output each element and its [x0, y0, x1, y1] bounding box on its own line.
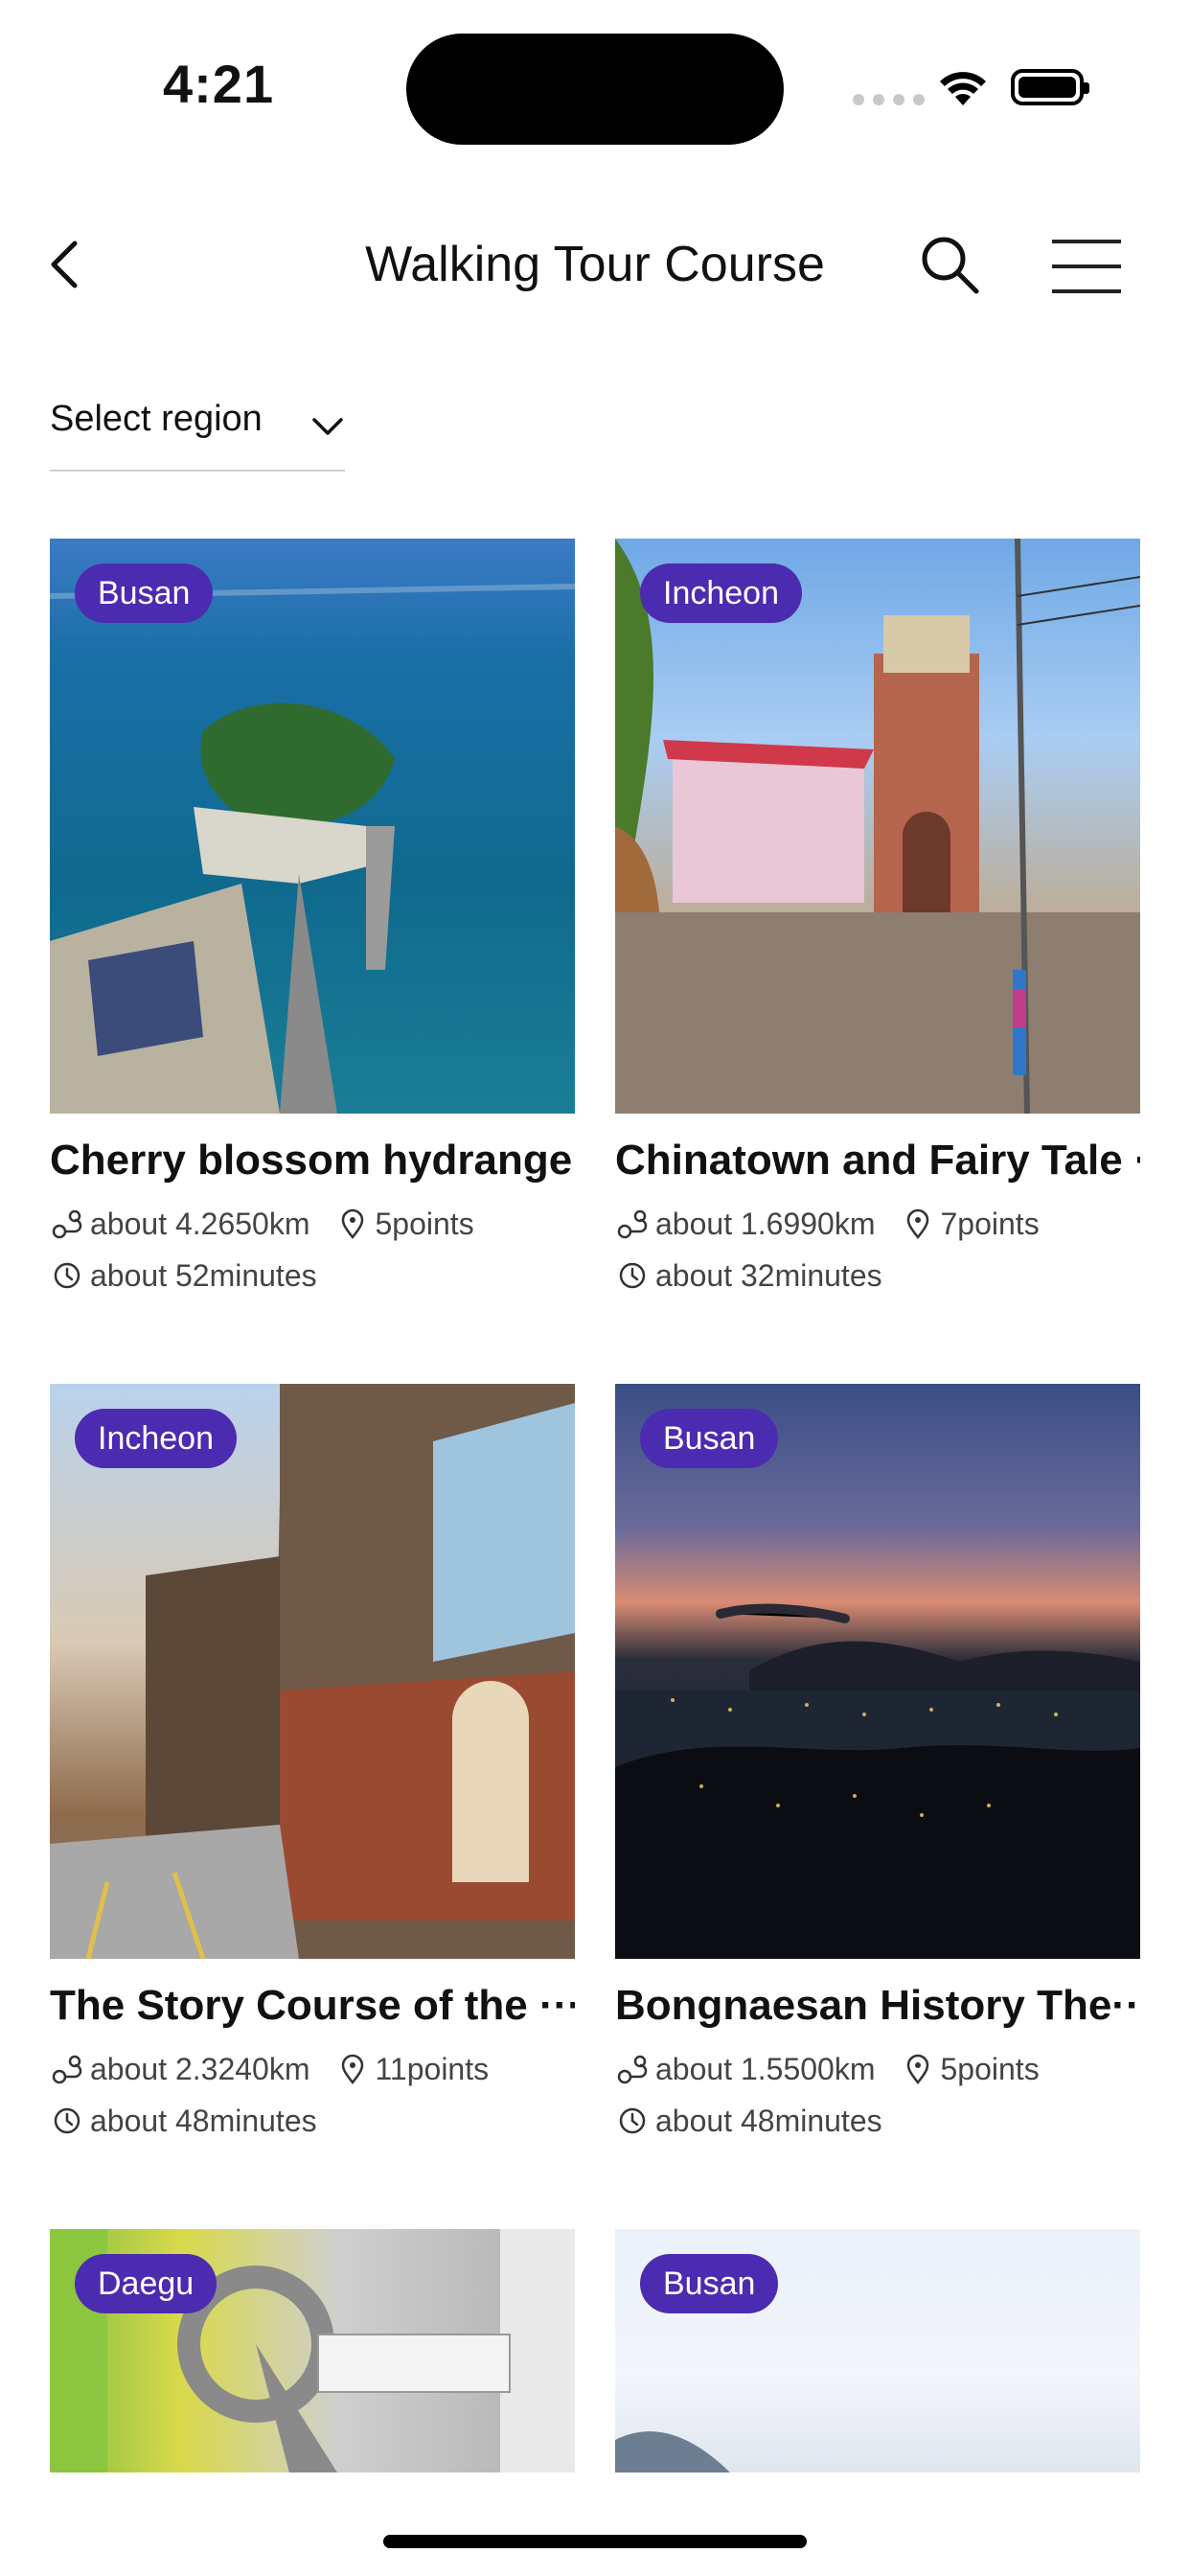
dynamic-island	[406, 34, 784, 145]
region-badge: Daegu	[75, 2254, 217, 2313]
region-badge: Incheon	[640, 564, 802, 623]
clock-icon	[54, 2107, 80, 2134]
course-duration: about 48minutes	[90, 2104, 317, 2138]
clock-icon	[54, 1262, 80, 1289]
course-distance: about 2.3240km	[90, 2052, 310, 2086]
course-card[interactable]: Incheon Chinatown and Fairy Tale ··· abo…	[615, 539, 1140, 1301]
chevron-down-icon	[312, 418, 343, 435]
clock-icon	[619, 2107, 646, 2134]
location-pin-icon	[341, 2054, 363, 2085]
wifi-icon	[940, 72, 986, 105]
course-image: Incheon	[615, 539, 1140, 1114]
cellular-signal-icon	[853, 94, 925, 105]
route-icon	[617, 2055, 648, 2084]
status-time: 4:21	[163, 54, 275, 114]
region-select[interactable]: Select region	[50, 391, 345, 472]
course-meta: about 4.2650km 5points about 52minutes	[50, 1198, 575, 1301]
home-indicator[interactable]	[383, 2535, 807, 2548]
course-points: 5points	[375, 1207, 474, 1241]
clock-icon	[619, 1262, 646, 1289]
course-image: Daegu	[50, 2229, 575, 2472]
course-distance: about 4.2650km	[90, 1207, 310, 1241]
region-badge: Busan	[75, 564, 214, 623]
menu-icon[interactable]	[1052, 240, 1121, 293]
course-title: The Story Course of the ···	[50, 1982, 575, 2029]
course-duration: about 32minutes	[655, 1258, 882, 1293]
course-meta: about 1.5500km 5points about 48minutes	[615, 2043, 1140, 2147]
course-meta: about 1.6990km 7points about 32minutes	[615, 1198, 1140, 1301]
course-title: Cherry blossom hydrange···	[50, 1137, 575, 1184]
search-icon[interactable]	[915, 230, 984, 299]
location-pin-icon	[906, 1208, 928, 1240]
battery-icon	[1011, 69, 1089, 105]
course-points: 7points	[940, 1207, 1040, 1241]
course-title: Bongnaesan History The···	[615, 1982, 1140, 2029]
nav-bar: Walking Tour Course	[0, 201, 1190, 326]
course-meta: about 2.3240km 11points about 48minutes	[50, 2043, 575, 2147]
course-points: 11points	[375, 2052, 490, 2086]
region-select-label: Select region	[50, 399, 263, 439]
course-card[interactable]: Busan	[615, 2229, 1140, 2472]
course-card[interactable]: Daegu	[50, 2229, 575, 2472]
course-card[interactable]: Busan Bongnaesan History The··· about 1.…	[615, 1384, 1140, 2147]
course-image: Busan	[50, 539, 575, 1114]
course-card[interactable]: Busan Cherry blossom hydrange··· about 4…	[50, 539, 575, 1301]
location-pin-icon	[906, 2054, 928, 2085]
course-duration: about 52minutes	[90, 1258, 317, 1293]
route-icon	[52, 2055, 82, 2084]
status-bar: 4:21	[0, 0, 1190, 163]
course-distance: about 1.5500km	[655, 2052, 876, 2086]
course-duration: about 48minutes	[655, 2104, 882, 2138]
course-distance: about 1.6990km	[655, 1207, 876, 1241]
region-badge: Busan	[640, 2254, 779, 2313]
location-pin-icon	[341, 1208, 363, 1240]
route-icon	[52, 1209, 82, 1239]
region-badge: Busan	[640, 1409, 779, 1468]
course-image: Busan	[615, 2229, 1140, 2472]
course-title: Chinatown and Fairy Tale ···	[615, 1137, 1140, 1184]
page-title: Walking Tour Course	[365, 237, 825, 292]
course-points: 5points	[940, 2052, 1040, 2086]
course-image: Busan	[615, 1384, 1140, 1959]
region-badge: Incheon	[75, 1409, 237, 1468]
route-icon	[617, 1209, 648, 1239]
course-card[interactable]: Incheon The Story Course of the ··· abou…	[50, 1384, 575, 2147]
course-image: Incheon	[50, 1384, 575, 1959]
